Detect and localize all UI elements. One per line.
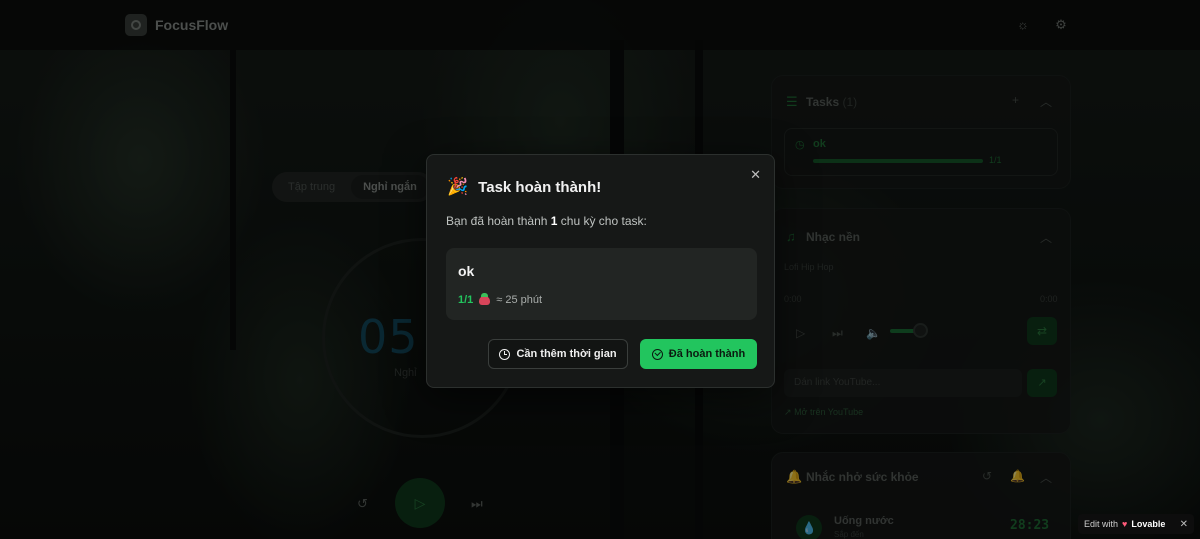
lovable-prefix: Edit with — [1084, 519, 1119, 529]
lovable-brand: Lovable — [1131, 519, 1166, 529]
task-card: ok 1/1 ≈ 25 phút — [446, 248, 757, 320]
task-meta: 1/1 ≈ 25 phút — [458, 292, 543, 306]
task-duration: ≈ 25 phút — [496, 294, 543, 306]
lovable-badge[interactable]: Edit with ♥ Lovable ✕ — [1078, 514, 1194, 534]
tomato-icon — [479, 292, 491, 305]
party-popper-icon: 🎉 — [447, 177, 469, 196]
check-circle-icon — [651, 348, 663, 360]
close-icon[interactable]: ✕ — [1180, 519, 1188, 530]
clock-icon — [499, 348, 511, 360]
task-complete-dialog: ✕ 🎉 Task hoàn thành! Bạn đã hoàn thành 1… — [426, 154, 775, 388]
mark-done-button[interactable]: Đã hoàn thành — [640, 339, 757, 369]
dialog-title: Task hoàn thành! — [478, 178, 602, 196]
need-more-time-button[interactable]: Cần thêm thời gian — [488, 339, 628, 369]
dialog-header: 🎉 Task hoàn thành! — [447, 177, 601, 197]
close-icon[interactable]: ✕ — [750, 167, 761, 183]
dialog-description: Bạn đã hoàn thành 1 chu kỳ cho task: — [446, 214, 647, 228]
task-name: ok — [458, 263, 475, 279]
heart-icon: ♥ — [1122, 519, 1128, 529]
task-progress: 1/1 — [458, 294, 474, 306]
